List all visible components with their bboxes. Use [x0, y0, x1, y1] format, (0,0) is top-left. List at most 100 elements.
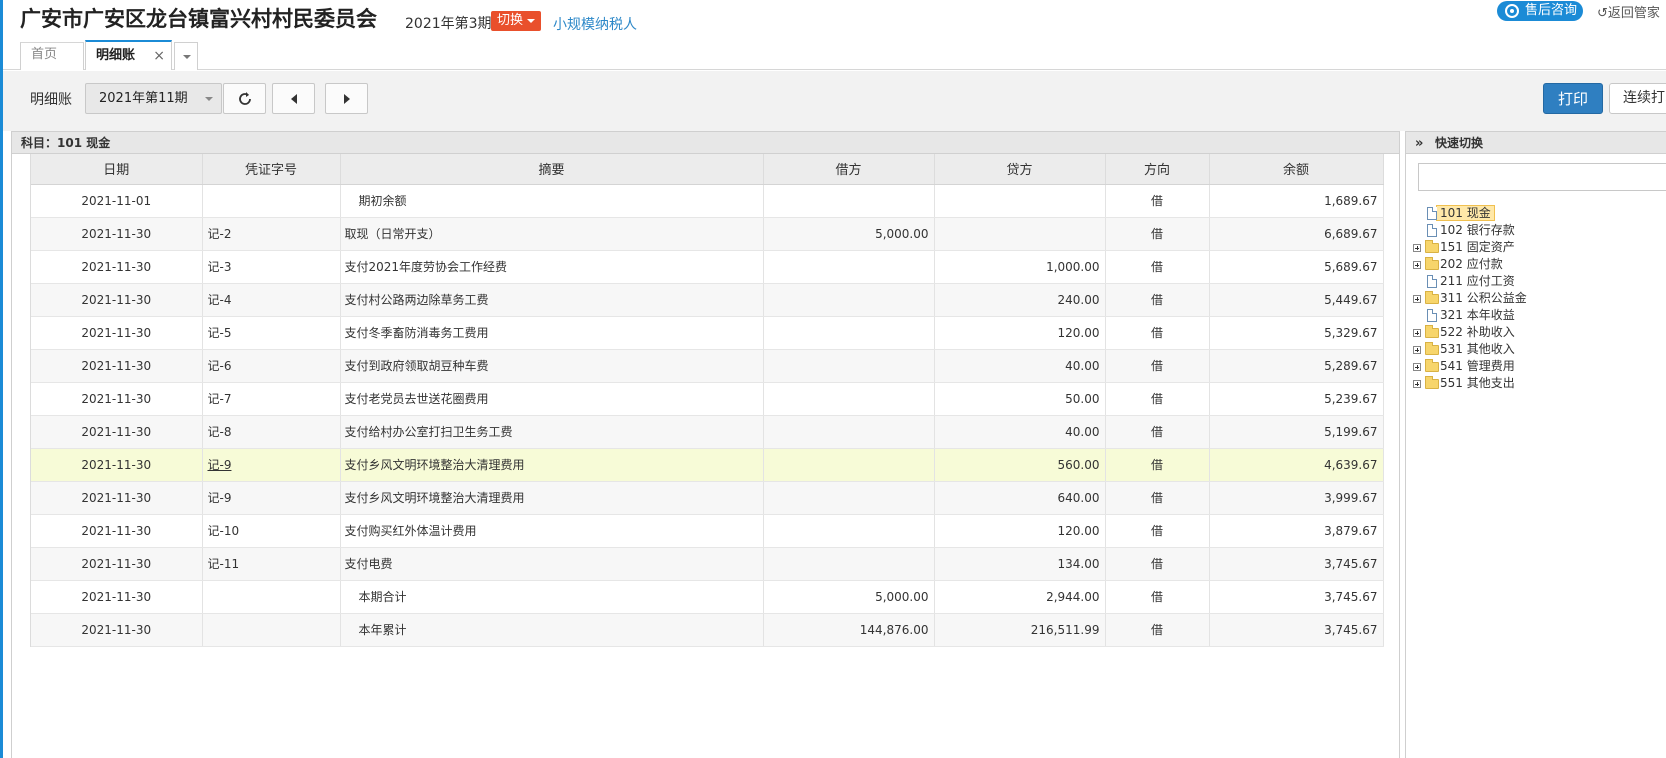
- tree-item[interactable]: 102 银行存款: [1412, 222, 1527, 239]
- col-voucher[interactable]: 凭证字号: [202, 154, 341, 185]
- table-row[interactable]: 2021-11-01 期初余额 借 1,689.67: [31, 184, 1384, 218]
- cell-voucher[interactable]: 记-2: [202, 217, 341, 251]
- tree-item[interactable]: 522 补助收入: [1412, 324, 1527, 341]
- account-search-input[interactable]: [1418, 163, 1666, 191]
- previous-period-button[interactable]: [272, 83, 315, 114]
- tree-item[interactable]: 311 公积公益金: [1412, 290, 1527, 307]
- cell-balance: 5,239.67: [1209, 382, 1384, 416]
- tree-item-label: 551 其他支出: [1440, 376, 1515, 390]
- cell-voucher[interactable]: 记-9: [202, 481, 341, 515]
- cell-summary: 支付村公路两边除草务工费: [340, 283, 764, 317]
- table-row[interactable]: 2021-11-30 记-11 支付电费 134.00 借 3,745.67: [31, 547, 1384, 581]
- col-balance[interactable]: 余额: [1209, 154, 1384, 185]
- tree-item[interactable]: 101 现金: [1412, 205, 1527, 222]
- cell-voucher[interactable]: 记-7: [202, 382, 341, 416]
- tab-ledger-detail[interactable]: 明细账 ×: [85, 40, 172, 70]
- cell-debit: [763, 547, 935, 581]
- col-summary[interactable]: 摘要: [340, 154, 764, 185]
- tree-item[interactable]: 531 其他收入: [1412, 341, 1527, 358]
- cell-voucher[interactable]: 记-11: [202, 547, 341, 581]
- cell-summary: 支付购买红外体温计费用: [340, 514, 764, 548]
- cell-balance: 3,745.67: [1209, 547, 1384, 581]
- tree-item[interactable]: 211 应付工资: [1412, 273, 1527, 290]
- col-direction[interactable]: 方向: [1105, 154, 1210, 185]
- col-credit[interactable]: 贷方: [934, 154, 1106, 185]
- table-row[interactable]: 2021-11-30 记-7 支付老党员去世送花圈费用 50.00 借 5,239.67: [31, 382, 1384, 416]
- cell-voucher[interactable]: 记-4: [202, 283, 341, 317]
- cell-voucher[interactable]: 记-8: [202, 415, 341, 449]
- tab-home[interactable]: 首页: [20, 42, 84, 70]
- refresh-button[interactable]: [223, 83, 266, 114]
- cell-voucher: [202, 184, 341, 218]
- expand-plus-icon[interactable]: [1413, 295, 1421, 303]
- taxpayer-type-link[interactable]: 小规模纳税人: [553, 14, 637, 34]
- quick-switch-title: 快速切换: [1435, 136, 1484, 150]
- tree-item[interactable]: 541 管理费用: [1412, 358, 1527, 375]
- cell-balance: 5,329.67: [1209, 316, 1384, 350]
- table-row[interactable]: 2021-11-30 本期合计 5,000.00 2,944.00 借 3,745.67: [31, 580, 1384, 614]
- expand-plus-icon[interactable]: [1413, 363, 1421, 371]
- tree-item[interactable]: 151 固定资产: [1412, 239, 1527, 256]
- tree-item[interactable]: 202 应付款: [1412, 256, 1527, 273]
- toolbar-label: 明细账: [30, 92, 72, 108]
- cell-date: 2021-11-30: [31, 481, 203, 515]
- table-row[interactable]: 2021-11-30 记-3 支付2021年度劳协会工作经费 1,000.00 借 5,6…: [31, 250, 1384, 284]
- table-row[interactable]: 2021-11-30 记-4 支付村公路两边除草务工费 240.00 借 5,449.67: [31, 283, 1384, 317]
- folder-icon: [1425, 342, 1439, 355]
- expand-plus-icon[interactable]: [1413, 244, 1421, 252]
- cell-credit: 1,000.00: [934, 250, 1106, 284]
- col-date[interactable]: 日期: [31, 154, 203, 185]
- expand-plus-icon[interactable]: [1413, 346, 1421, 354]
- headset-icon: [1505, 4, 1519, 18]
- cell-debit: [763, 250, 935, 284]
- document-icon: [1427, 309, 1437, 322]
- cell-balance: 5,199.67: [1209, 415, 1384, 449]
- cell-credit: 560.00: [934, 448, 1106, 482]
- table-row[interactable]: 2021-11-30 记-2 取现（日常开支） 5,000.00 借 6,689.67: [31, 217, 1384, 251]
- app-root: 广安市广安区龙台镇富兴村村民委员会 2021年第3期 切换 小规模纳税人 售后咨…: [0, 0, 1666, 758]
- cell-voucher: [202, 580, 341, 614]
- cell-direction: 借: [1105, 547, 1210, 581]
- period-select[interactable]: 2021年第11期: [85, 83, 222, 114]
- tab-more-dropdown[interactable]: [174, 42, 198, 70]
- cell-voucher[interactable]: 记-5: [202, 316, 341, 350]
- switch-period-button[interactable]: 切换: [491, 11, 542, 31]
- table-row[interactable]: 2021-11-30 记-5 支付冬季畜防消毒务工费用 120.00 借 5,329.67: [31, 316, 1384, 350]
- table-row[interactable]: 2021-11-30 记-10 支付购买红外体温计费用 120.00 借 3,879.67: [31, 514, 1384, 548]
- cell-direction: 借: [1105, 316, 1210, 350]
- cell-credit: 120.00: [934, 514, 1106, 548]
- cell-voucher[interactable]: 记-10: [202, 514, 341, 548]
- tree-item[interactable]: 551 其他支出: [1412, 375, 1527, 392]
- folder-icon: [1425, 325, 1439, 338]
- ledger-table: 日期 凭证字号 摘要 借方 贷方 方向 余额 2021-11-01 期初余额借 1,…: [31, 154, 1384, 647]
- cell-voucher: [202, 613, 341, 647]
- return-to-manager-link[interactable]: ↺返回管家: [1597, 2, 1660, 21]
- cell-debit: [763, 514, 935, 548]
- cell-voucher[interactable]: 记-6: [202, 349, 341, 383]
- cell-voucher[interactable]: 记-9: [202, 448, 341, 482]
- collapse-panel-icon[interactable]: »: [1415, 133, 1435, 155]
- close-icon[interactable]: ×: [153, 42, 165, 70]
- cell-debit: [763, 415, 935, 449]
- expand-plus-icon[interactable]: [1413, 329, 1421, 337]
- cell-date: 2021-11-30: [31, 547, 203, 581]
- cell-credit: 134.00: [934, 547, 1106, 581]
- table-row[interactable]: 2021-11-30 本年累计 144,876.00 216,511.99 借 3,745…: [31, 613, 1384, 647]
- table-row[interactable]: 2021-11-30 记-8 支付给村办公室打扫卫生务工费 40.00 借 5,199.6…: [31, 415, 1384, 449]
- table-row[interactable]: 2021-11-30 记-9 支付乡风文明环境整治大清理费用 560.00 借 4,639…: [31, 448, 1384, 482]
- cell-debit: 5,000.00: [763, 580, 935, 614]
- table-row[interactable]: 2021-11-30 记-6 支付到政府领取胡豆种车费 40.00 借 5,289.67: [31, 349, 1384, 383]
- tree-item[interactable]: 321 本年收益: [1412, 307, 1527, 324]
- cell-date: 2021-11-01: [31, 184, 203, 218]
- table-row[interactable]: 2021-11-30 记-9 支付乡风文明环境整治大清理费用 640.00 借 3,999…: [31, 481, 1384, 515]
- cell-voucher[interactable]: 记-3: [202, 250, 341, 284]
- next-period-button[interactable]: [325, 83, 368, 114]
- col-debit[interactable]: 借方: [763, 154, 935, 185]
- print-button[interactable]: 打印: [1543, 83, 1603, 114]
- cell-credit: 240.00: [934, 283, 1106, 317]
- continuous-print-button[interactable]: 连续打印: [1609, 83, 1666, 114]
- caret-down-icon: [527, 18, 536, 23]
- after-sales-consult-button[interactable]: 售后咨询: [1497, 1, 1583, 21]
- expand-plus-icon[interactable]: [1413, 261, 1421, 269]
- expand-plus-icon[interactable]: [1413, 380, 1421, 388]
